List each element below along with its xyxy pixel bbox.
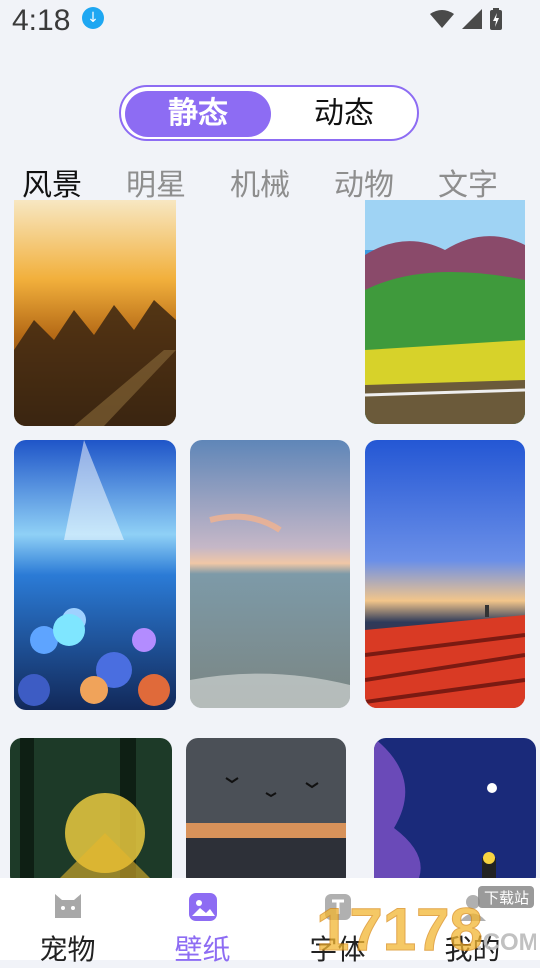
nav-profile[interactable]: 我的 — [405, 878, 540, 966]
wallpaper-type-toggle: 静态 动态 — [119, 85, 419, 141]
category-tabs: 风景 明星 机械 动物 文字 — [0, 160, 540, 203]
dynamic-tab[interactable]: 动态 — [271, 91, 417, 137]
wallpaper-tulip-field[interactable] — [365, 440, 525, 708]
wallpaper-pebble-beach[interactable] — [14, 440, 176, 710]
wallpaper-dark-sea-birds[interactable] — [186, 738, 346, 888]
wallpaper-green-valley[interactable] — [365, 200, 525, 424]
category-machinery[interactable]: 机械 — [230, 160, 290, 204]
profile-icon — [459, 895, 486, 921]
nav-pet-label: 宠物 — [39, 933, 96, 966]
wallpaper-sunset-trees[interactable] — [14, 200, 176, 426]
pet-icon — [54, 894, 81, 918]
download-icon: ↓ — [82, 7, 104, 29]
nav-font-label: 字体 — [309, 933, 366, 966]
nav-profile-label: 我的 — [444, 933, 501, 966]
category-celebrity[interactable]: 明星 — [126, 160, 186, 204]
wallpaper-calm-sea[interactable] — [190, 440, 350, 708]
category-text[interactable]: 文字 — [438, 160, 498, 204]
font-icon — [324, 894, 351, 920]
battery-icon — [490, 8, 502, 30]
nav-pet[interactable]: 宠物 — [0, 878, 135, 966]
category-animals[interactable]: 动物 — [334, 160, 394, 204]
wallpaper-night-lighthouse[interactable] — [374, 738, 536, 888]
wifi-icon — [430, 10, 454, 28]
bottom-navigation: 宠物 壁纸 字体 我的 — [0, 878, 540, 966]
nav-font[interactable]: 字体 — [270, 878, 405, 966]
status-time: 4:18 — [12, 4, 71, 37]
signal-icon — [462, 9, 482, 29]
nav-wallpaper-label: 壁纸 — [174, 933, 231, 966]
category-landscape[interactable]: 风景 — [22, 160, 82, 204]
static-tab[interactable]: 静态 — [125, 91, 271, 137]
wallpaper-icon — [188, 893, 217, 921]
nav-wallpaper[interactable]: 壁纸 — [135, 878, 270, 966]
system-icons — [430, 8, 502, 30]
status-bar: 4:18 ↓ — [0, 0, 540, 44]
wallpaper-forest-sunlight[interactable] — [10, 738, 172, 888]
